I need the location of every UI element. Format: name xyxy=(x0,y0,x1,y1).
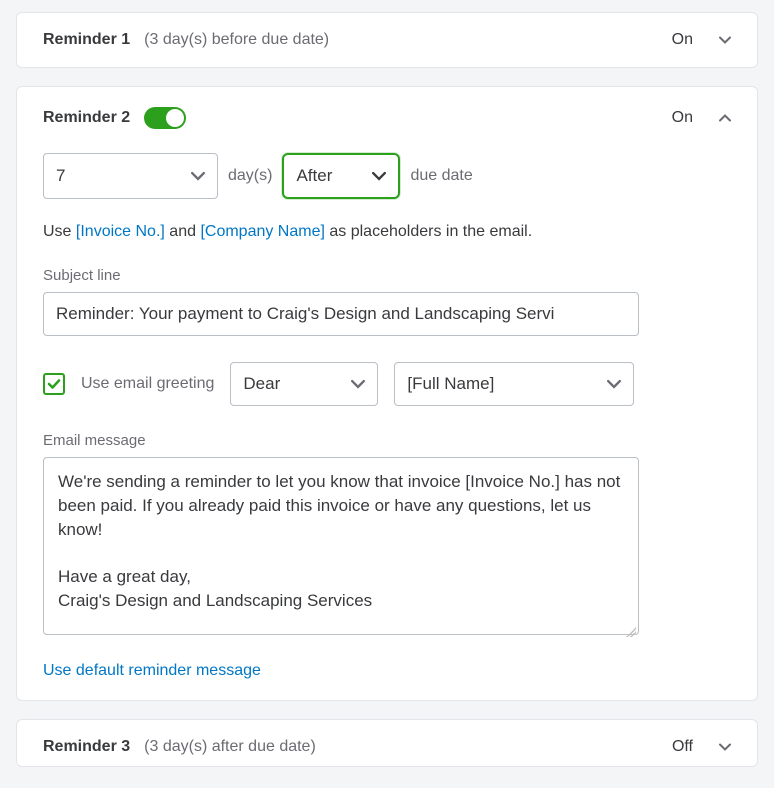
chevron-down-icon xyxy=(191,169,205,183)
placeholder-hint: Use [Invoice No.] and [Company Name] as … xyxy=(43,223,731,241)
reminder-1-subtitle: (3 day(s) before due date) xyxy=(144,31,329,49)
reminder-2-title: Reminder 2 xyxy=(43,109,130,127)
chevron-down-icon xyxy=(351,377,365,391)
reminder-2-header[interactable]: Reminder 2 On xyxy=(43,107,731,129)
name-token-value: [Full Name] xyxy=(407,374,494,394)
days-label: day(s) xyxy=(228,167,272,185)
reminder-3-subtitle: (3 day(s) after due date) xyxy=(144,738,316,756)
company-name-placeholder-link[interactable]: [Company Name] xyxy=(200,223,325,240)
greeting-row: Use email greeting Dear [Full Name] xyxy=(43,362,731,406)
salutation-value: Dear xyxy=(243,374,280,394)
reminder-3-card: Reminder 3 (3 day(s) after due date) Off xyxy=(16,719,758,767)
reminder-1-state: On xyxy=(672,31,693,49)
use-default-message-link[interactable]: Use default reminder message xyxy=(43,662,261,680)
reminder-3-header[interactable]: Reminder 3 (3 day(s) after due date) Off xyxy=(43,738,731,756)
chevron-down-icon xyxy=(372,169,386,183)
reminder-2-state: On xyxy=(672,109,693,127)
reminder-1-title: Reminder 1 xyxy=(43,31,130,49)
use-greeting-checkbox[interactable] xyxy=(43,373,65,395)
subject-input[interactable]: Reminder: Your payment to Craig's Design… xyxy=(43,292,639,336)
chevron-up-icon[interactable] xyxy=(719,112,731,124)
reminder-1-header[interactable]: Reminder 1 (3 day(s) before due date) On xyxy=(43,31,731,49)
reminder-2-toggle[interactable] xyxy=(144,107,186,129)
email-message-textarea[interactable] xyxy=(43,457,639,635)
chevron-down-icon xyxy=(607,377,621,391)
name-token-select[interactable]: [Full Name] xyxy=(394,362,634,406)
timing-row: 7 day(s) After due date xyxy=(43,153,731,199)
chevron-down-icon[interactable] xyxy=(719,741,731,753)
invoice-no-placeholder-link[interactable]: [Invoice No.] xyxy=(76,223,165,240)
reminder-1-card: Reminder 1 (3 day(s) before due date) On xyxy=(16,12,758,68)
message-label: Email message xyxy=(43,432,731,449)
subject-value: Reminder: Your payment to Craig's Design… xyxy=(56,304,554,324)
days-value: 7 xyxy=(56,166,65,186)
timing-value: After xyxy=(296,166,332,186)
use-greeting-label: Use email greeting xyxy=(81,375,214,393)
check-icon xyxy=(47,377,61,391)
days-input[interactable]: 7 xyxy=(43,153,218,199)
timing-select[interactable]: After xyxy=(282,153,400,199)
subject-label: Subject line xyxy=(43,267,731,284)
reminder-3-state: Off xyxy=(672,738,693,756)
reminder-3-title: Reminder 3 xyxy=(43,738,130,756)
reminder-2-card: Reminder 2 On 7 day(s) After due date Us… xyxy=(16,86,758,701)
salutation-select[interactable]: Dear xyxy=(230,362,378,406)
resize-handle-icon[interactable] xyxy=(626,627,636,637)
due-date-label: due date xyxy=(410,167,472,185)
chevron-down-icon[interactable] xyxy=(719,34,731,46)
